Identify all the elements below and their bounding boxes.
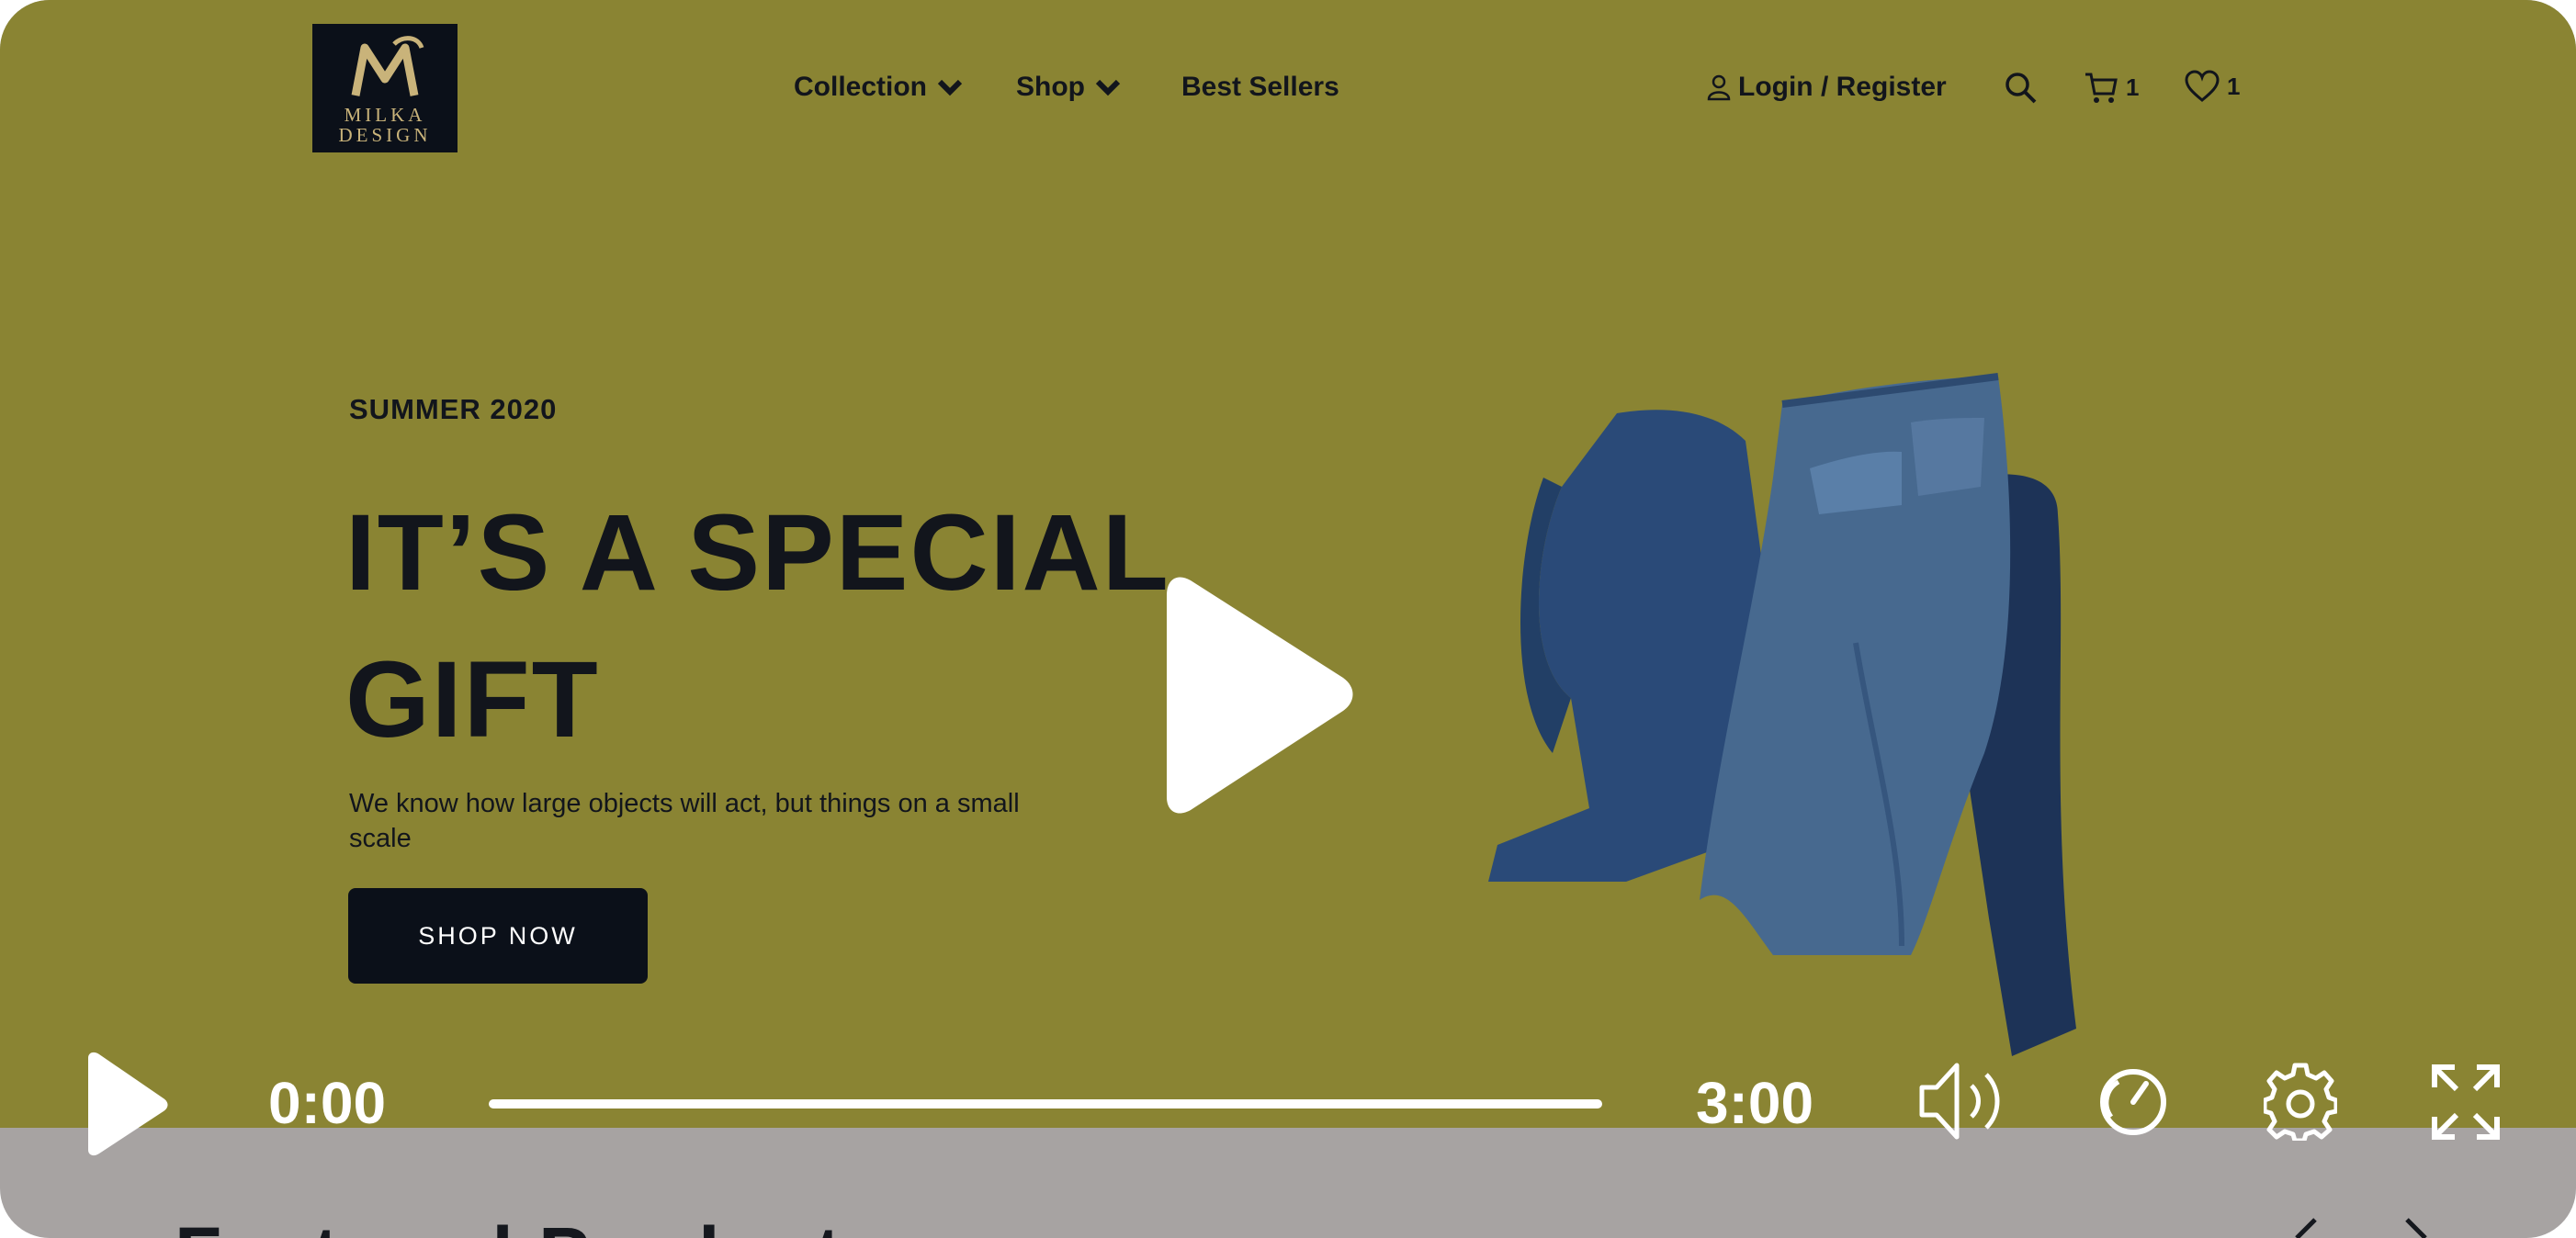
nav-best-sellers-label: Best Sellers [1181,72,1339,102]
logo-text-bottom: DESIGN [338,124,432,146]
video-frame[interactable]: MILKA DESIGN Collection Shop Best Seller… [0,0,2576,1128]
search-button[interactable] [2003,70,2039,107]
play-icon[interactable] [85,1051,169,1157]
shop-now-button[interactable]: SHOP NOW [348,888,648,984]
chevron-down-icon [937,79,963,96]
settings-icon[interactable] [2264,1062,2337,1141]
wishlist-button[interactable]: 1 [2185,70,2240,103]
wishlist-count: 1 [2227,72,2241,100]
nav-collection-label: Collection [794,72,928,102]
login-register-link[interactable]: Login / Register [1707,72,1947,103]
cart-button[interactable]: 1 [2084,70,2139,105]
user-icon [1707,74,1731,101]
speed-icon[interactable] [2098,1064,2168,1141]
volume-icon[interactable] [1916,1058,2006,1144]
current-time: 0:00 [268,1070,387,1136]
cart-count: 1 [2126,73,2140,101]
fullscreen-icon[interactable] [2431,1064,2501,1141]
logo-mark-icon [351,36,424,96]
duration-time: 3:00 [1696,1070,1814,1136]
play-overlay-button[interactable] [1148,569,1369,827]
jeans-image [1488,373,2076,1056]
nav-best-sellers[interactable]: Best Sellers [1181,72,1339,103]
brand-logo[interactable]: MILKA DESIGN [312,24,458,152]
nav-collection[interactable]: Collection [794,72,964,103]
video-player[interactable]: MILKA DESIGN Collection Shop Best Seller… [0,0,2576,1238]
hero-subtext: We know how large objects will act, but … [349,789,1020,853]
chevron-down-icon [1095,79,1121,96]
nav-shop[interactable]: Shop [1016,72,1122,103]
heart-icon [2185,70,2220,102]
hero-eyebrow: SUMMER 2020 [349,393,558,425]
search-icon [2005,73,2037,104]
carousel-arrows[interactable] [2269,1216,2444,1238]
login-register-label: Login / Register [1738,72,1947,102]
hero-headline-line-1: IT’S A SPECIAL [345,492,1170,613]
featured-products-heading: Featured Products [175,1210,887,1238]
nav-shop-label: Shop [1016,72,1085,102]
cart-icon [2085,73,2118,103]
logo-text-top: MILKA [344,104,426,126]
progress-bar[interactable] [489,1099,1602,1109]
hero-headline: IT’S A SPECIAL GIFT [345,479,1172,773]
hero-headline-line-2: GIFT [345,639,600,760]
